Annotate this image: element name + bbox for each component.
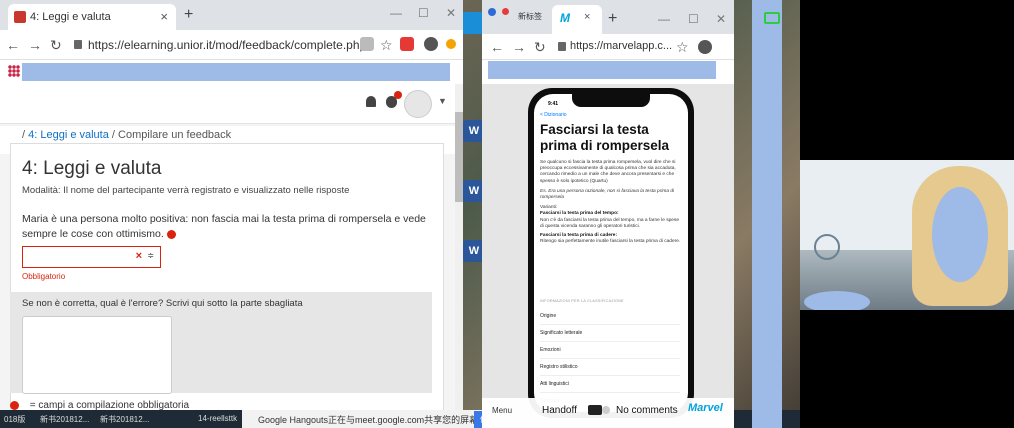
moodle-favicon-icon [14, 11, 26, 23]
modality-text: Modalità: Il nome del partecipante verrà… [22, 185, 350, 196]
tab-leggi-e-valuta[interactable]: 4: Leggi e valuta × [8, 4, 176, 30]
minimize-icon[interactable]: — [390, 6, 402, 20]
question-1: Maria è una persona molto positiva: non … [22, 212, 432, 242]
status-time: 9:41 [548, 101, 559, 107]
moodle-header: ▼ [0, 84, 455, 124]
scrollbar-thumb[interactable] [455, 112, 463, 202]
variant-2-text: Ritengo sia perfettamente inutile fascia… [540, 239, 681, 245]
variant-1-title: Fasciarsi la testa prima del tempo: [540, 211, 619, 217]
breadcrumb-current: Compilare un feedback [118, 129, 232, 141]
tab-title: 4: Leggi e valuta [30, 11, 111, 23]
star-icon[interactable]: ☆ [380, 37, 393, 54]
maximize-icon[interactable]: ☐ [418, 6, 429, 20]
url-field[interactable]: https://elearning.unior.it/mod/feedback/… [88, 38, 366, 52]
chevron-down-icon[interactable]: ▼ [438, 96, 447, 106]
participant-video [800, 160, 1014, 310]
breadcrumb-separator: / [111, 129, 115, 141]
list-item[interactable]: Registro stilistico [540, 359, 680, 376]
question-1-text: Maria è una persona molto positiva: non … [22, 213, 426, 240]
comments-button[interactable]: No comments [616, 405, 678, 416]
page-title: 4: Leggi e valuta [22, 158, 162, 179]
required-icon [166, 229, 176, 239]
reload-icon[interactable]: ↻ [50, 37, 62, 54]
list-item[interactable]: Origine [540, 308, 680, 325]
taskbar-item[interactable]: 14-reellsttk [198, 414, 237, 423]
entry-body: Se qualcuno si fascia la testa prima rom… [540, 160, 682, 245]
taskbar-item[interactable]: 新书201812... [100, 414, 149, 425]
variant-2-title: Fasciarsi la testa prima di cadere: [540, 233, 618, 239]
variant-1-text: Non c'è da fasciarsi la testa prima del … [540, 217, 680, 229]
handoff-toggle[interactable] [588, 405, 602, 415]
fan-object [814, 234, 840, 260]
redacted-bookmarks [22, 63, 450, 81]
list-item[interactable]: Significato letterale [540, 325, 680, 342]
apps-icon[interactable] [8, 65, 20, 77]
screen-share-icon[interactable] [764, 12, 780, 24]
clear-icon[interactable]: × [136, 250, 142, 262]
close-tab-icon[interactable]: × [160, 9, 168, 24]
profile-icon[interactable] [424, 37, 438, 51]
handoff-button[interactable]: Handoff [542, 405, 577, 416]
required-legend: = campi a compilazione obbligatoria [10, 400, 189, 410]
translate-icon[interactable] [360, 37, 374, 51]
tab-bar: 4: Leggi e valuta × + — ☐ ✕ [0, 0, 463, 30]
required-legend-text: = campi a compilazione obbligatoria [29, 400, 190, 410]
section-header: INFORMAZIONI PER LA CLASSIFICAZIONE [540, 299, 624, 303]
user-avatar[interactable] [404, 90, 432, 118]
example: Es. Era una persona razionale, non si fa… [540, 188, 675, 201]
required-error: Obbligatorio [22, 272, 66, 281]
message-badge [394, 91, 402, 99]
comment-icon[interactable] [602, 406, 610, 414]
menu-button[interactable]: Menu [492, 406, 512, 415]
select-arrow-icon[interactable]: ≑ [147, 251, 154, 260]
list-item[interactable]: Emozioni [540, 342, 680, 359]
extension-icon[interactable] [400, 37, 414, 51]
redacted-strip [752, 0, 782, 428]
phone-notch [572, 94, 650, 107]
app-shortcut-icon[interactable] [462, 12, 484, 34]
answer-select[interactable]: × ≑ [22, 246, 161, 268]
notification-bell-icon[interactable] [366, 96, 376, 107]
address-bar: ← → ↻ https://elearning.unior.it/mod/fee… [0, 30, 463, 60]
redacted-face [932, 187, 988, 282]
taskbar-item[interactable]: 新书201812... [40, 414, 89, 425]
back-link[interactable]: < Dizionario [540, 112, 567, 118]
entry-title: Fasciarsi la testa prima di rompersela [540, 122, 670, 153]
bookmark-bar [0, 60, 463, 84]
definition: Se qualcuno si fascia la testa prima rom… [540, 160, 676, 184]
close-window-icon[interactable]: ✕ [446, 6, 456, 20]
marvel-logo: Marvel [688, 402, 723, 414]
redacted-oval [804, 291, 870, 310]
question-2-text: Se non è corretta, qual è l'errore? Scri… [22, 298, 303, 309]
error-answer-textarea[interactable] [22, 316, 172, 394]
update-icon[interactable] [446, 39, 456, 49]
forward-icon[interactable]: → [28, 37, 42, 53]
breadcrumb-link[interactable]: 4: Leggi e valuta [28, 129, 109, 141]
left-browser-window: 4: Leggi e valuta × + — ☐ ✕ ← → ↻ https:… [0, 0, 463, 410]
phone-frame-layer: 9:41 < Dizionario Fasciarsi la testa pri… [482, 0, 734, 428]
new-tab-button[interactable]: + [184, 6, 193, 24]
taskbar-item[interactable]: 018版 [4, 414, 25, 425]
required-icon [10, 400, 19, 410]
classification-list: Origine Significato letterale Emozioni R… [540, 308, 680, 410]
list-item[interactable]: Atti linguistici [540, 376, 680, 393]
back-icon[interactable]: ← [6, 37, 20, 53]
lock-icon [74, 40, 82, 49]
breadcrumb-prefix: / [22, 129, 26, 141]
